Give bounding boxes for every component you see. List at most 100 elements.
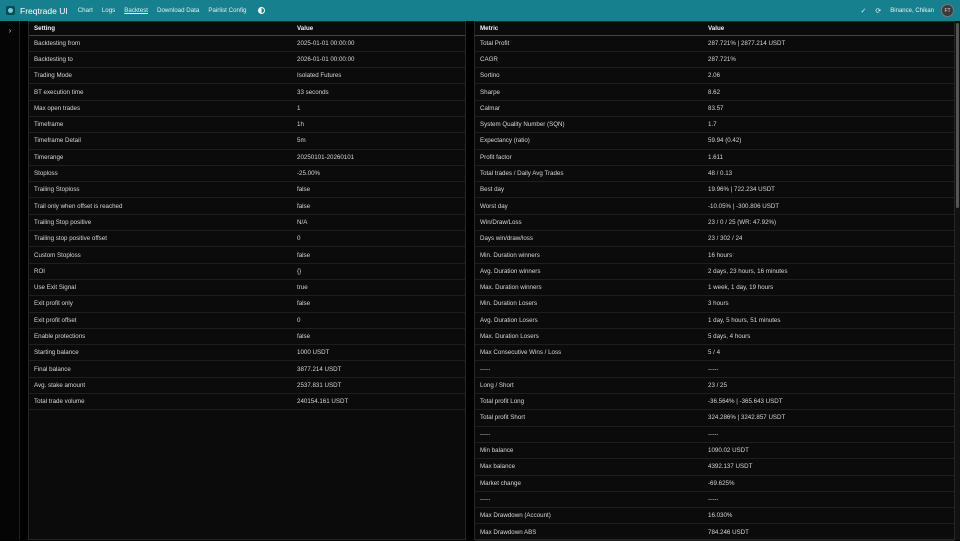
row-value: 83.57 xyxy=(703,100,954,117)
row-value: 240154.161 USDT xyxy=(292,393,465,411)
avatar[interactable]: FT xyxy=(941,4,954,17)
row-value: 287.721% | 2877.214 USDT xyxy=(703,35,954,52)
row-label: Trailing Stop positive xyxy=(29,214,292,232)
table-row: Best day 19.96% | 722.234 USDT xyxy=(475,181,954,199)
table-row: ----- ----- xyxy=(475,426,954,443)
row-value: false xyxy=(292,295,465,313)
table-row: Min. Duration Losers 3 hours xyxy=(475,295,954,313)
row-value: 2.06 xyxy=(703,67,954,85)
row-value: 23 / 0 / 25 (WR: 47.92%) xyxy=(703,214,954,232)
table-row: Timerange 20250101-20260101 xyxy=(29,149,465,166)
table-row: Win/Draw/Loss 23 / 0 / 25 (WR: 47.92%) xyxy=(475,214,954,232)
row-value: 1 week, 1 day, 19 hours xyxy=(703,279,954,297)
row-label: Max Drawdown (Account) xyxy=(475,507,703,525)
row-label: Backtesting from xyxy=(29,35,292,52)
row-label: System Quality Number (SQN) xyxy=(475,116,703,134)
table-row: Trail only when offset is reached false xyxy=(29,197,465,215)
row-value: 1090.02 USDT xyxy=(703,442,954,460)
row-label: Avg. Duration Losers xyxy=(475,312,703,329)
page-scrollbar[interactable] xyxy=(955,21,960,540)
row-label: Worst day xyxy=(475,197,703,215)
row-value: {} xyxy=(292,263,465,280)
chevron-right-icon[interactable]: › xyxy=(5,26,15,36)
row-value: -10.05% | -300.806 USDT xyxy=(703,197,954,215)
row-value: -25.00% xyxy=(292,165,465,183)
table-row: Max. Duration Losers 5 days, 4 hours xyxy=(475,328,954,346)
row-label: CAGR xyxy=(475,51,703,69)
nav-link-logs[interactable]: Logs xyxy=(102,7,115,14)
top-navbar: Freqtrade UI Chart Logs Backtest Downloa… xyxy=(0,0,960,21)
nav-link-pairlist-config[interactable]: Pairlist Config xyxy=(208,7,246,14)
row-label: Min. Duration Losers xyxy=(475,295,703,313)
column-header-setting[interactable]: Setting xyxy=(29,22,292,36)
table-row: Max open trades 1 xyxy=(29,100,465,117)
nav-link-chart[interactable]: Chart xyxy=(78,7,93,14)
row-value: 23 / 25 xyxy=(703,377,954,395)
brand[interactable]: Freqtrade UI xyxy=(6,6,68,16)
row-value: 8.62 xyxy=(703,83,954,101)
settings-table-body: Backtesting from 2025-01-01 00:00:00 Backt… xyxy=(29,35,465,411)
table-row: Profit factor 1.611 xyxy=(475,149,954,166)
row-value: 1 day, 5 hours, 51 minutes xyxy=(703,312,954,329)
row-value: -36.564% | -365.643 USDT xyxy=(703,393,954,411)
nav-link-backtest[interactable]: Backtest xyxy=(124,7,148,14)
row-label: Total profit Long xyxy=(475,393,703,411)
metrics-panel: Metric Value Total Profit 287.721% | 2877… xyxy=(474,21,955,541)
table-row: Stoploss -25.00% xyxy=(29,165,465,183)
row-label: Use Exit Signal xyxy=(29,279,292,297)
row-label: Market change xyxy=(475,475,703,492)
column-header-metric[interactable]: Metric xyxy=(475,22,703,36)
table-row: Min balance 1090.02 USDT xyxy=(475,442,954,460)
table-row: Sharpe 8.62 xyxy=(475,83,954,101)
row-label: BT execution time xyxy=(29,83,292,101)
row-label: Timeframe xyxy=(29,116,292,134)
freqtrade-logo-icon xyxy=(6,6,15,15)
row-label: Max. Duration Losers xyxy=(475,328,703,346)
table-row: Use Exit Signal true xyxy=(29,279,465,297)
table-row: Total trade volume 240154.161 USDT xyxy=(29,393,465,411)
table-row: Timeframe Detail 5m xyxy=(29,132,465,150)
row-value: ----- xyxy=(703,360,954,378)
table-row: Enable protections false xyxy=(29,328,465,346)
row-label: ROI xyxy=(29,263,292,280)
row-value: 2 days, 23 hours, 16 minutes xyxy=(703,263,954,280)
table-row: Trading Mode Isolated Futures xyxy=(29,67,465,85)
row-label: Timerange xyxy=(29,149,292,166)
column-header-value[interactable]: Value xyxy=(292,22,465,36)
row-value: 16.030% xyxy=(703,507,954,525)
row-label: Timeframe Detail xyxy=(29,132,292,150)
row-value: 3 hours xyxy=(703,295,954,313)
scrollbar-thumb[interactable] xyxy=(956,23,959,208)
table-row: ----- ----- xyxy=(475,491,954,509)
row-label: Trading Mode xyxy=(29,67,292,85)
row-label: Enable protections xyxy=(29,328,292,346)
row-label: Stoploss xyxy=(29,165,292,183)
table-row: ROI{} xyxy=(29,263,465,280)
nav-link-download-data[interactable]: Download Data xyxy=(157,7,199,14)
bot-user-label[interactable]: Binance, Chikan xyxy=(890,8,934,14)
table-row: Max Drawdown ABS 784.246 USDT xyxy=(475,523,954,541)
nav-right: ✓ ⟳ Binance, Chikan FT xyxy=(861,4,954,17)
row-value: 784.246 USDT xyxy=(703,523,954,541)
row-label: Trailing Stoploss xyxy=(29,181,292,199)
table-row: Worst day -10.05% | -300.806 USDT xyxy=(475,197,954,215)
table-row: ----- ----- xyxy=(475,360,954,378)
row-label: ----- xyxy=(475,491,703,509)
column-header-value[interactable]: Value xyxy=(703,22,954,36)
row-label: Max. Duration winners xyxy=(475,279,703,297)
table-row: Max Drawdown (Account) 16.030% xyxy=(475,507,954,525)
row-value: 287.721% xyxy=(703,51,954,69)
refresh-icon[interactable]: ⟳ xyxy=(875,7,881,15)
table-row: Final balance 3877.214 USDT xyxy=(29,360,465,378)
table-header-row: Metric Value xyxy=(475,22,954,36)
table-row: Avg. stake amount 2537.831 USDT xyxy=(29,377,465,395)
row-value: 19.96% | 722.234 USDT xyxy=(703,181,954,199)
row-label: Trail only when offset is reached xyxy=(29,197,292,215)
status-check-icon[interactable]: ✓ xyxy=(861,7,867,15)
theme-toggle-icon[interactable] xyxy=(257,7,265,14)
row-value: 2026-01-01 00:00:00 xyxy=(292,51,465,69)
row-label: Min. Duration winners xyxy=(475,246,703,264)
table-row: Trailing stop positive offset 0 xyxy=(29,230,465,248)
table-row: BT execution time 33 seconds xyxy=(29,83,465,101)
row-value: 23 / 302 / 24 xyxy=(703,230,954,248)
